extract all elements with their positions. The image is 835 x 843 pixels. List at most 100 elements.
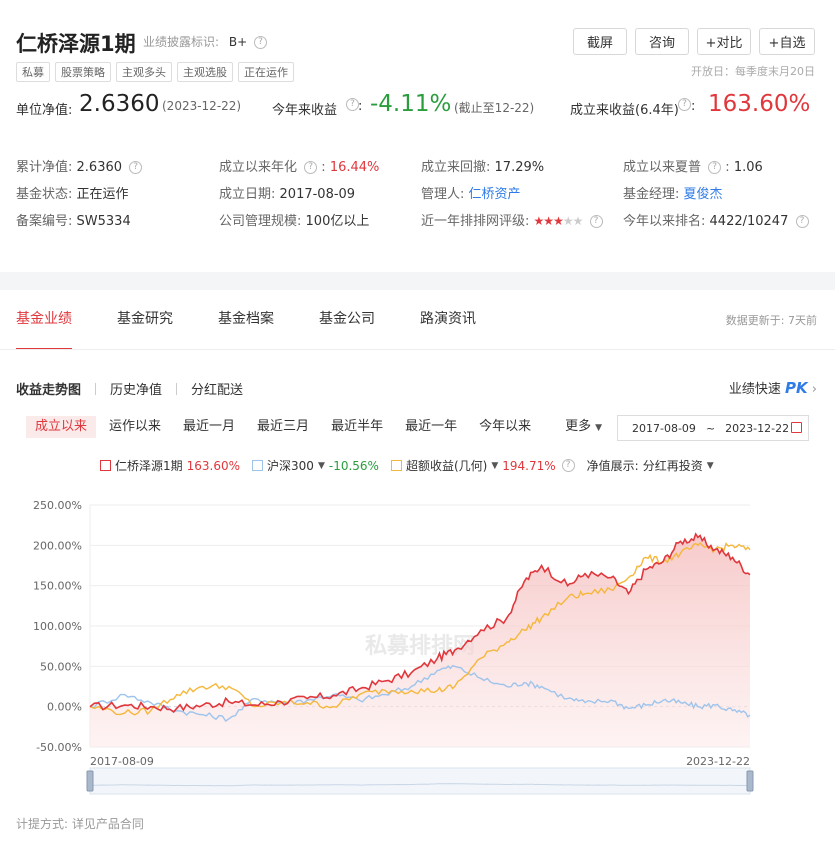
unit-nav-date: (2023-12-22): [162, 99, 242, 113]
range-1y[interactable]: 最近一年: [396, 416, 466, 438]
range-since-inception[interactable]: 成立以来: [26, 416, 97, 438]
checkbox-icon[interactable]: [100, 460, 111, 471]
help-icon[interactable]: ?: [561, 459, 575, 472]
subtab-history-nav[interactable]: 历史净值: [110, 379, 162, 398]
fund-tags: 私募 股票策略 主观多头 主观选股 正在运作: [16, 62, 294, 82]
manager-company-link[interactable]: 仁桥资产: [469, 187, 521, 202]
caret-down-icon[interactable]: ▼: [318, 461, 325, 471]
info-label: 成立以来年化: [219, 160, 298, 175]
range-since-operation[interactable]: 运作以来: [100, 416, 170, 438]
watchlist-button[interactable]: +自选: [759, 28, 815, 55]
rating-stars: ★★★★★: [534, 214, 584, 228]
date-separator: ~: [705, 421, 716, 435]
legend-item-excess[interactable]: 超额收益(几何) ▼ 194.71% ?: [390, 457, 575, 474]
y-tick-label: 0.00%: [47, 701, 82, 714]
nav-display-value: 分红再投资: [642, 459, 703, 473]
help-icon[interactable]: ?: [678, 98, 691, 111]
nav-display-select[interactable]: 净值展示: 分红再投资 ▼: [587, 457, 714, 474]
compare-button[interactable]: +对比: [697, 28, 751, 55]
range-6m[interactable]: 最近半年: [322, 416, 392, 438]
help-icon[interactable]: ?: [708, 161, 722, 174]
calendar-icon[interactable]: [791, 422, 802, 433]
range-slider[interactable]: [86, 767, 754, 795]
star-filled-icon: ★: [553, 214, 564, 228]
tab-roadshow[interactable]: 路演资讯: [420, 310, 476, 350]
return-chart: 私募排排网 250.00%200.00%150.00%100.00%50.00%…: [33, 499, 754, 795]
update-note: 数据更新于: 7天前: [725, 314, 817, 327]
help-icon[interactable]: ?: [129, 161, 143, 174]
info-drawdown: 成立来回撤: 17.29%: [421, 156, 544, 175]
info-label: 成立以来夏普: [623, 160, 702, 175]
help-icon[interactable]: ?: [304, 161, 318, 174]
disclosure-grade: B+: [228, 35, 248, 49]
divider: [95, 382, 97, 395]
info-ytd-rank: 今年以来排名: 4422/10247 ?: [623, 210, 809, 229]
consult-button[interactable]: 咨询: [635, 28, 689, 55]
info-label: 成立来回撤:: [421, 160, 491, 175]
nav-display-label: 净值展示:: [586, 459, 639, 473]
info-value: 4422/10247: [709, 214, 789, 229]
help-icon[interactable]: ?: [589, 215, 603, 228]
legend-value: 194.71%: [502, 458, 556, 473]
y-tick-label: 50.00%: [40, 660, 82, 673]
range-selector: 成立以来 运作以来 最近一月 最近三月 最近半年 最近一年 今年以来 更多 ▼: [26, 416, 615, 438]
pk-label: 业绩快速: [728, 382, 781, 397]
info-row: 基金状态: 正在运作 成立日期: 2017-08-09 管理人: 仁桥资产 基金…: [16, 183, 816, 203]
info-label: 近一年排排网评级:: [421, 214, 530, 229]
subtab-dividends[interactable]: 分红配送: [191, 379, 243, 398]
unit-nav-value: 2.6360: [79, 91, 160, 117]
info-aum: 公司管理规模: 100亿以上: [219, 210, 369, 229]
y-tick-label: 150.00%: [33, 580, 82, 593]
tag: 主观多头: [116, 62, 172, 82]
tab-profile[interactable]: 基金档案: [218, 310, 274, 350]
star-filled-icon: ★: [543, 214, 554, 228]
info-label: 公司管理规模:: [219, 214, 302, 229]
tab-performance[interactable]: 基金业绩: [16, 310, 72, 350]
caret-down-icon: ▼: [595, 423, 603, 433]
checkbox-icon[interactable]: [252, 460, 264, 471]
tab-research[interactable]: 基金研究: [117, 310, 173, 350]
date-range-picker[interactable]: 2017-08-09 ~ 2023-12-22: [617, 415, 809, 441]
help-icon[interactable]: ?: [254, 36, 267, 49]
date-end: 2023-12-22: [725, 421, 790, 435]
colon: :: [691, 99, 696, 114]
legend-name: 仁桥泽源1期: [115, 459, 183, 473]
pk-badge: PK: [785, 379, 808, 397]
tag: 主观选股: [177, 62, 233, 82]
info-label: 基金状态:: [16, 187, 73, 202]
fund-manager-link[interactable]: 夏俊杰: [684, 187, 723, 202]
slider-handle-left[interactable]: [86, 770, 94, 792]
range-3m[interactable]: 最近三月: [248, 416, 318, 438]
disclosure-mark: 业绩披露标识: B+ ?: [143, 33, 267, 50]
subtab-return-chart[interactable]: 收益走势图: [16, 379, 81, 398]
checkbox-icon[interactable]: [390, 460, 402, 471]
y-tick-label: 250.00%: [33, 499, 82, 512]
range-1m[interactable]: 最近一月: [174, 416, 244, 438]
range-more-dropdown[interactable]: 更多 ▼: [556, 416, 611, 438]
legend-name: 超额收益(几何): [405, 459, 488, 473]
colon: :: [358, 99, 363, 114]
unit-nav-label: 单位净值:: [16, 103, 73, 118]
help-icon[interactable]: ?: [795, 215, 809, 228]
info-value: SW5334: [76, 214, 131, 229]
info-inception-date: 成立日期: 2017-08-09: [219, 183, 355, 202]
info-registration: 备案编号: SW5334: [16, 210, 131, 229]
info-value: 17.29%: [494, 160, 545, 175]
range-ytd[interactable]: 今年以来: [470, 416, 540, 438]
tab-company[interactable]: 基金公司: [319, 310, 375, 350]
info-label: 备案编号:: [16, 214, 73, 229]
slider-handle-right[interactable]: [746, 770, 754, 792]
slider-track[interactable]: [89, 767, 751, 795]
screenshot-button[interactable]: 截屏: [573, 28, 627, 55]
colon: :: [321, 160, 326, 175]
legend-item-index[interactable]: 沪深300 ▼ -10.56%: [252, 457, 379, 474]
quick-pk-link[interactable]: 业绩快速 PK ›: [729, 378, 817, 397]
caret-down-icon[interactable]: ▼: [491, 461, 498, 471]
info-value: 2017-08-09: [279, 187, 356, 202]
nav-summary: 单位净值: 2.6360 (2023-12-22) 今年来收益 ? : -4.1…: [16, 91, 816, 123]
legend-item-fund[interactable]: 仁桥泽源1期 163.60%: [100, 457, 240, 474]
x-tick-label: 2017-08-09: [90, 755, 154, 768]
y-tick-label: -50.00%: [36, 741, 82, 754]
info-cumulative-nav: 累计净值: 2.6360 ?: [16, 156, 143, 175]
range-more-label: 更多: [565, 419, 592, 434]
